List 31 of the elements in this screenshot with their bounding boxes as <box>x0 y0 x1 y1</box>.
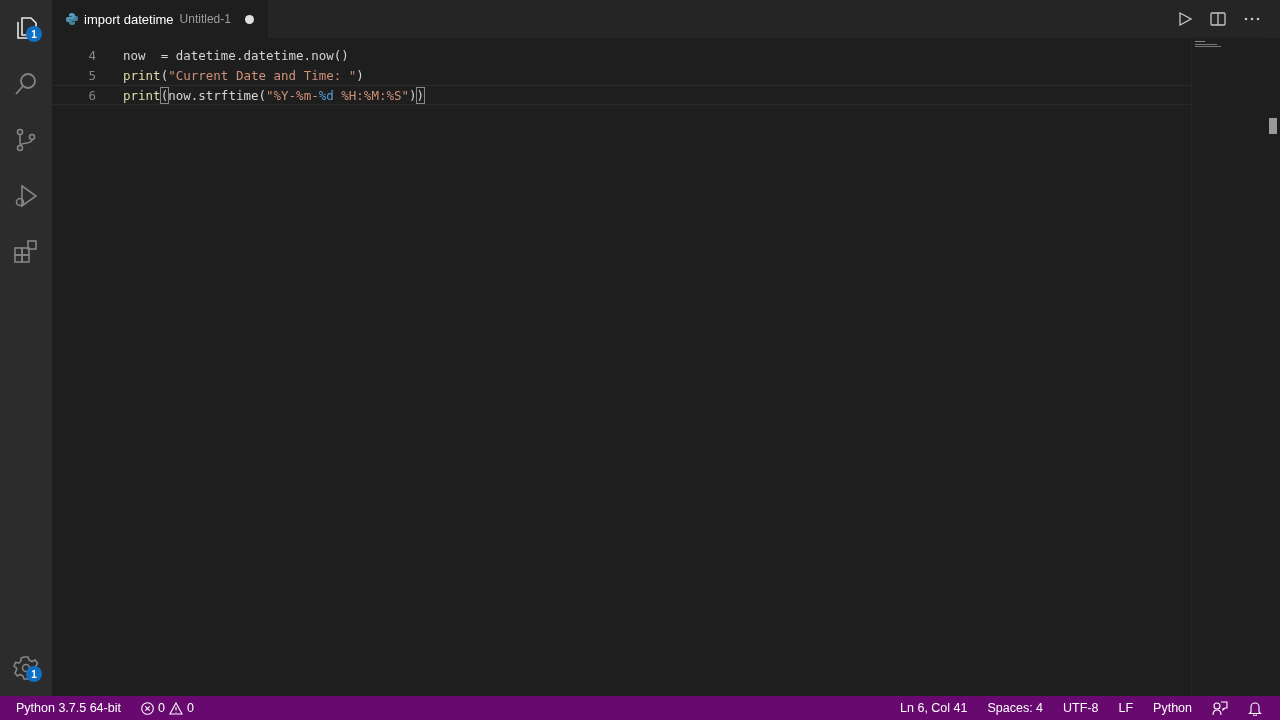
status-item[interactable]: LF <box>1110 701 1142 715</box>
line-number: 5 <box>87 67 97 83</box>
warning-icon <box>168 701 183 715</box>
extensions-icon[interactable] <box>13 239 39 265</box>
feedback-icon[interactable] <box>1212 700 1228 716</box>
status-item[interactable]: Spaces: 4 <box>979 701 1052 715</box>
notification-badge: 1 <box>26 666 42 682</box>
status-item[interactable]: Python 3.7.5 64-bit <box>8 701 129 715</box>
problems-indicator[interactable]: 0 0 <box>132 701 202 715</box>
run-debug-icon[interactable] <box>13 183 39 209</box>
tab-description: Untitled-1 <box>179 12 231 26</box>
tab-title: import datetime <box>84 11 174 27</box>
more-icon[interactable] <box>1244 17 1260 21</box>
status-item[interactable]: Ln 6, Col 41 <box>892 701 976 715</box>
settings-icon[interactable] <box>13 655 39 681</box>
notifications-icon[interactable] <box>1248 700 1262 716</box>
line-number: 4 <box>87 47 97 63</box>
error-icon <box>140 701 154 715</box>
status-item[interactable]: UTF-8 <box>1055 701 1107 715</box>
code-line: print("Current Date and Time: ") <box>123 67 364 83</box>
notification-badge: 1 <box>26 26 42 42</box>
search-icon[interactable] <box>13 71 39 97</box>
run-icon[interactable] <box>1178 12 1192 26</box>
code-line: now = datetime.datetime.now() <box>123 47 349 63</box>
code-line: print(now.strftime("%Y-%m-%d %H:%M:%S")) <box>123 87 425 103</box>
scrollbar-thumb[interactable] <box>1269 118 1277 134</box>
split-editor-icon[interactable] <box>1210 12 1226 26</box>
editor-tab[interactable]: import datetime Untitled-1 <box>52 0 268 38</box>
line-number: 6 <box>87 87 97 103</box>
status-item[interactable]: Python <box>1145 701 1200 715</box>
python-icon <box>66 13 78 25</box>
